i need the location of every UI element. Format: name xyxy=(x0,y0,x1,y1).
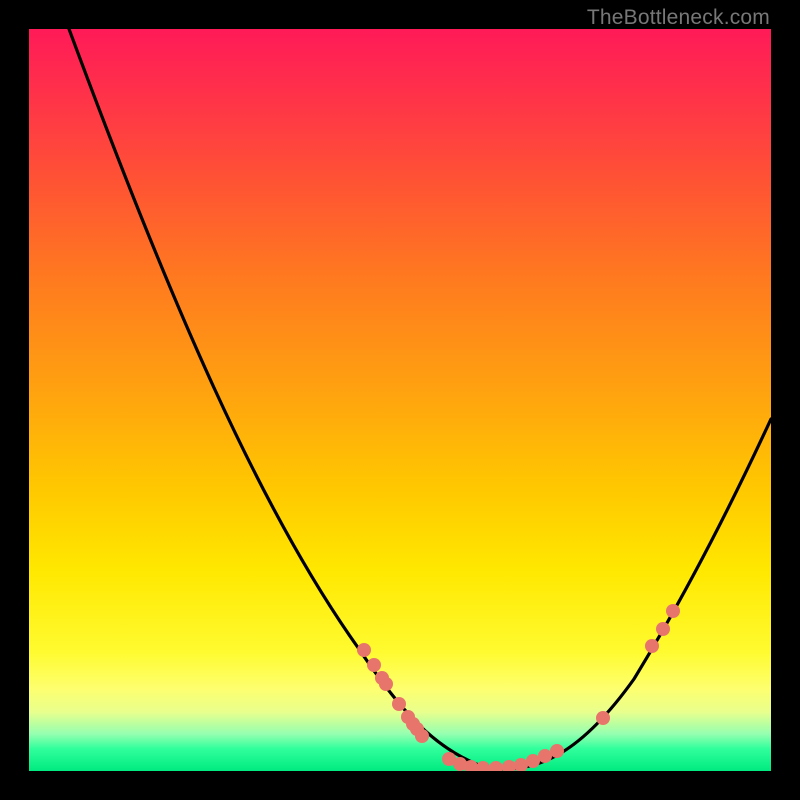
data-point-marker xyxy=(596,711,610,725)
attribution-label: TheBottleneck.com xyxy=(587,6,770,30)
data-point-marker xyxy=(526,754,540,768)
data-point-marker xyxy=(656,622,670,636)
data-point-marker xyxy=(502,760,516,771)
curve-svg xyxy=(29,29,771,771)
chart-frame: TheBottleneck.com xyxy=(0,0,800,800)
curve-markers xyxy=(357,604,680,771)
data-point-marker xyxy=(550,744,564,758)
data-point-marker xyxy=(415,729,429,743)
data-point-marker xyxy=(666,604,680,618)
data-point-marker xyxy=(476,761,490,771)
data-point-marker xyxy=(367,658,381,672)
data-point-marker xyxy=(489,761,503,771)
data-point-marker xyxy=(357,643,371,657)
data-point-marker xyxy=(379,677,393,691)
data-point-marker xyxy=(645,639,659,653)
bottleneck-curve xyxy=(69,29,771,769)
data-point-marker xyxy=(392,697,406,711)
data-point-marker xyxy=(538,749,552,763)
data-point-marker xyxy=(514,758,528,771)
plot-area xyxy=(29,29,771,771)
